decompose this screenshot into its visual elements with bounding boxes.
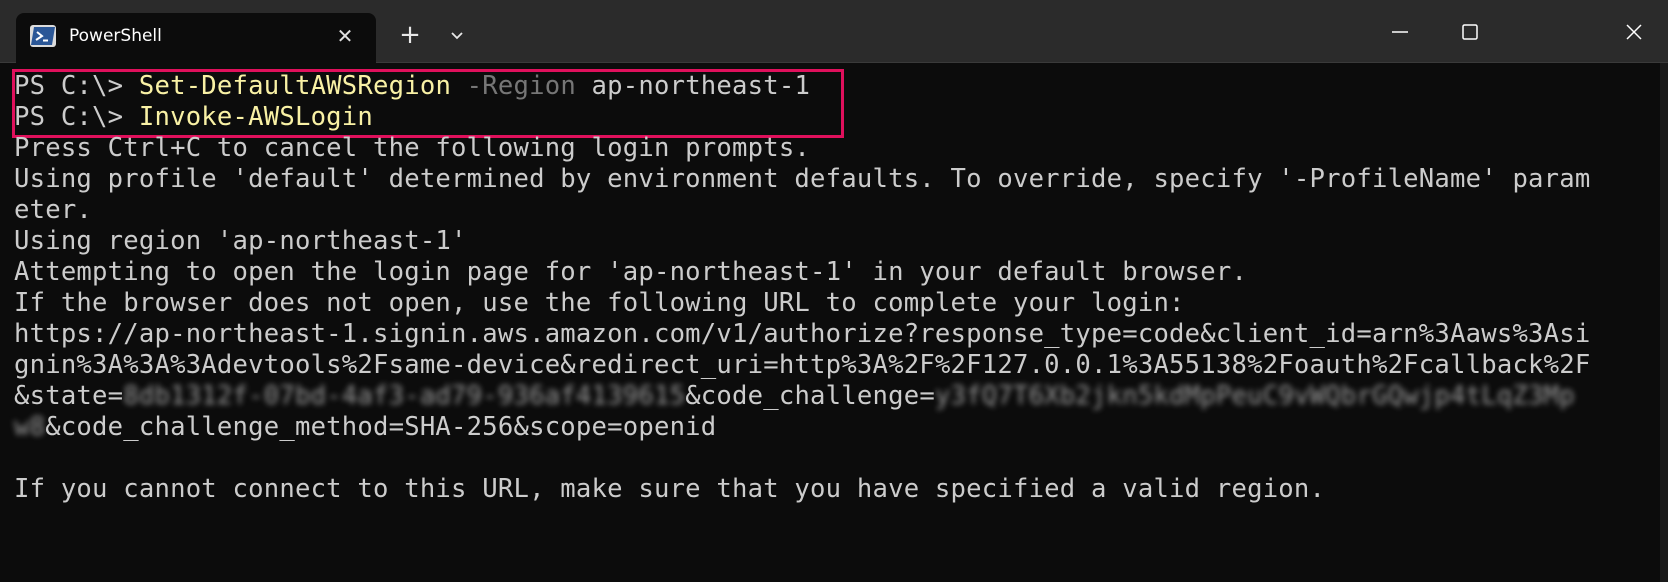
- url-part: &code_challenge_method=SHA-256&scope=ope…: [45, 412, 717, 442]
- terminal-window: PowerShell ✕ + PS C:\> Set-DefaultAWSReg…: [0, 0, 1668, 582]
- minimize-icon[interactable]: [1380, 14, 1420, 50]
- redacted-code-challenge: y3fQ7T6Xb2jkn5kdMpPeuC9vWQbrGQwjp4tLqZ3M…: [934, 381, 1575, 411]
- powershell-icon: [30, 25, 56, 47]
- url-line: gnin%3A%3A%3Adevtools%2Fsame-device&redi…: [14, 350, 1591, 380]
- output-line: If you cannot connect to this URL, make …: [14, 474, 1326, 504]
- output-line: Using profile 'default' determined by en…: [14, 164, 1591, 194]
- url-line: w8&code_challenge_method=SHA-256&scope=o…: [14, 411, 716, 444]
- highlight-box: [12, 69, 844, 138]
- output-line: Press Ctrl+C to cancel the following log…: [14, 133, 811, 163]
- chevron-down-icon[interactable]: [442, 20, 472, 52]
- redacted-code-challenge: w8: [14, 412, 46, 442]
- maximize-icon[interactable]: [1450, 14, 1490, 50]
- output-line: Attempting to open the login page for 'a…: [14, 257, 1248, 287]
- terminal-output[interactable]: PS C:\> Set-DefaultAWSRegion -Region ap-…: [0, 63, 1660, 582]
- redacted-state: 8db1312f-07bd-4af3-ad79-936af4139615: [123, 381, 686, 411]
- output-line: eter.: [14, 195, 93, 225]
- tab-powershell[interactable]: PowerShell ✕: [16, 13, 376, 63]
- plus-icon[interactable]: +: [393, 20, 427, 52]
- window-close-icon[interactable]: [1614, 14, 1654, 50]
- scrollbar[interactable]: [1660, 63, 1668, 582]
- close-icon[interactable]: ✕: [332, 23, 358, 49]
- output-line: Using region 'ap-northeast-1': [14, 226, 467, 256]
- url-line: &state=8db1312f-07bd-4af3-ad79-936af4139…: [14, 380, 1575, 413]
- tab-title: PowerShell: [69, 26, 162, 46]
- url-part: &code_challenge=: [685, 381, 935, 411]
- output-line: If the browser does not open, use the fo…: [14, 288, 1185, 318]
- url-line: https://ap-northeast-1.signin.aws.amazon…: [14, 319, 1591, 349]
- url-part: &state=: [14, 381, 124, 411]
- title-bar[interactable]: PowerShell ✕ +: [0, 0, 1668, 63]
